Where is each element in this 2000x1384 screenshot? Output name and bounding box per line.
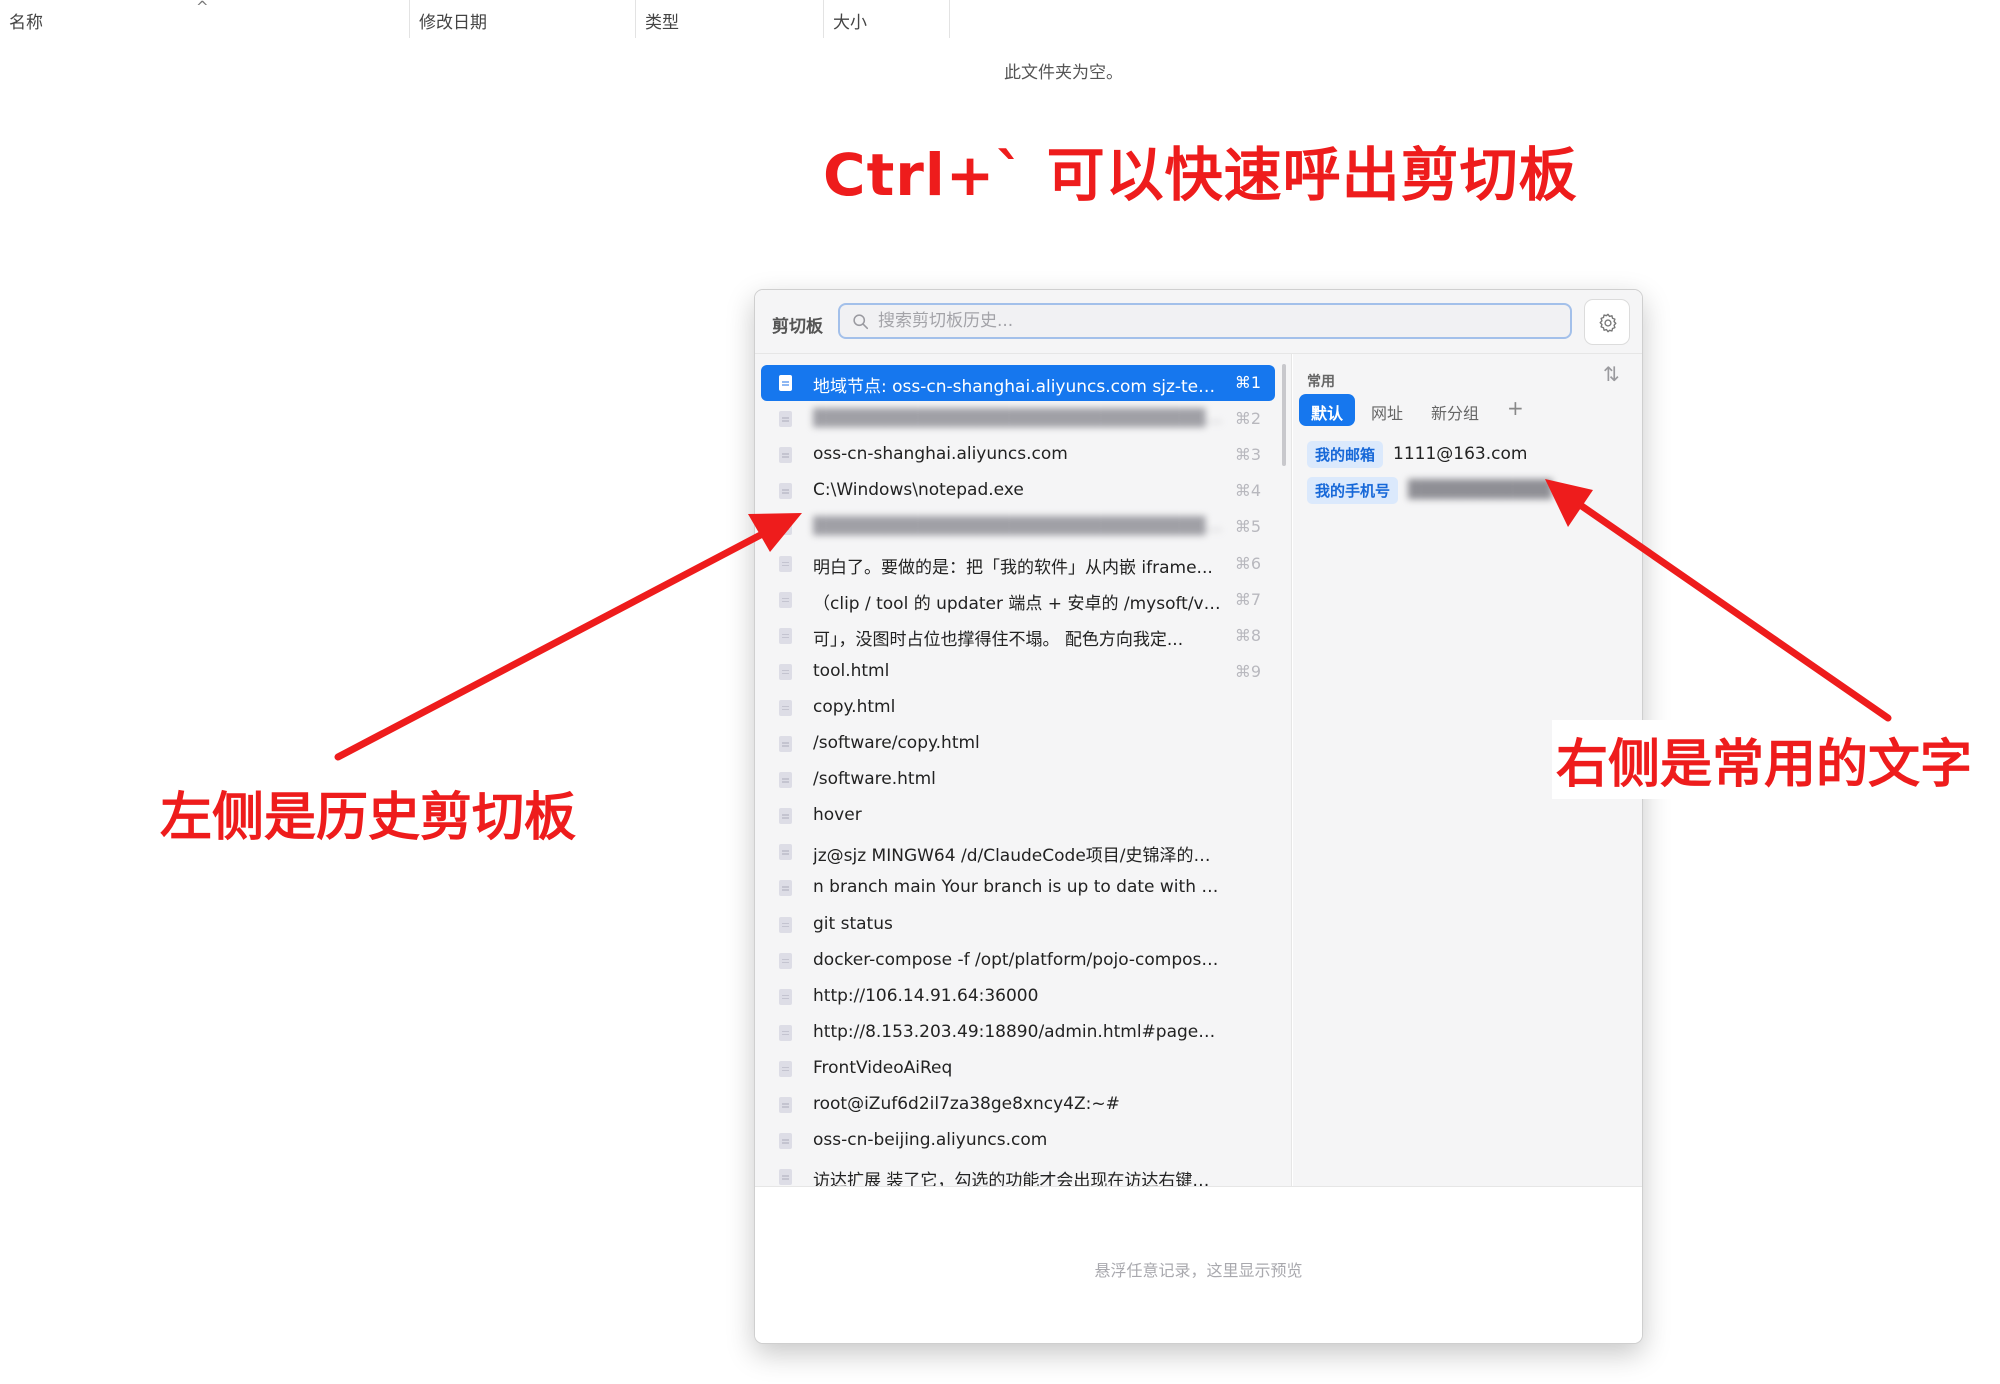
arrow-left xyxy=(334,513,802,761)
screen: 名称 ^ 修改日期 类型 大小 此文件夹为空。 Ctrl+` 可以快速呼出剪切板… xyxy=(0,0,2000,1384)
annotation-arrows xyxy=(334,479,1892,761)
arrow-right xyxy=(1545,479,1892,722)
